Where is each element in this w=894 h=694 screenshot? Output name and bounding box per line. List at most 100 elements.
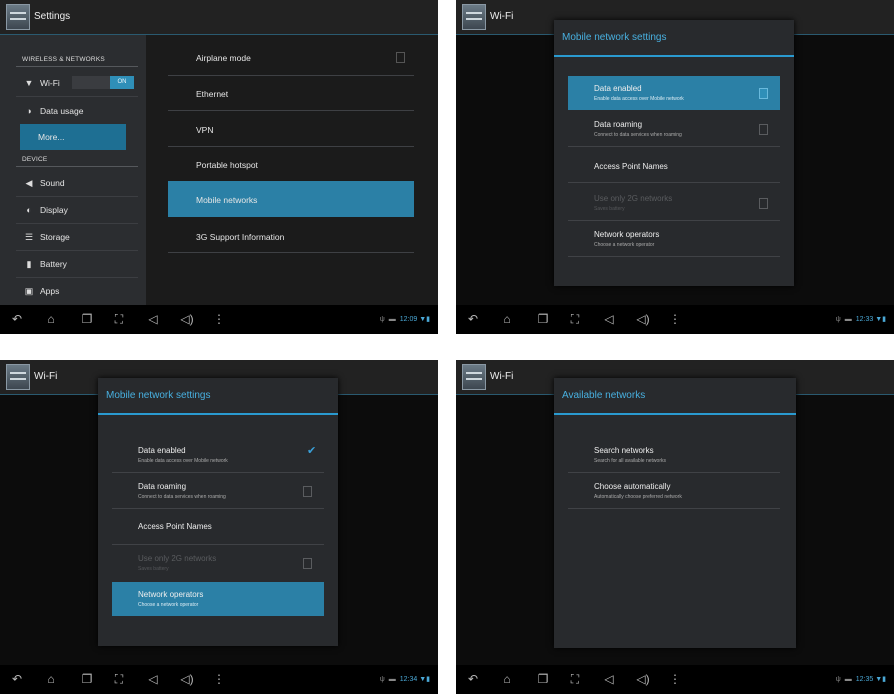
row-subtitle: Enable data access over Mobile network — [138, 458, 228, 464]
sidebar-item-sound[interactable]: ◀ Sound — [16, 170, 140, 196]
volume-up-icon[interactable]: ◁) — [180, 673, 194, 685]
row-subtitle: Connect to data services when roaming — [138, 494, 226, 500]
data-enabled-row[interactable]: Data enabled Enable data access over Mob… — [112, 438, 324, 472]
recent-apps-icon[interactable]: ❐ — [536, 673, 550, 685]
access-point-names-row[interactable]: Access Point Names — [568, 150, 780, 184]
sidebar-item-wifi[interactable]: ▼ Wi-Fi ON — [16, 70, 140, 96]
sidebar-item-more[interactable]: More... — [20, 124, 126, 150]
screenshot-icon[interactable]: ⛶ — [112, 673, 126, 685]
sidebar-item-apps[interactable]: ▣ Apps — [16, 278, 140, 304]
volume-up-icon[interactable]: ◁) — [180, 313, 194, 325]
menu-icon[interactable]: ⋮ — [212, 313, 226, 325]
sidebar-item-storage[interactable]: ☰ Storage — [16, 224, 140, 250]
back-icon[interactable]: ↶ — [10, 673, 24, 685]
volume-down-icon[interactable]: ◁ — [602, 673, 616, 685]
back-icon[interactable]: ↶ — [466, 673, 480, 685]
row-subtitle: Choose a network operator — [138, 602, 199, 608]
home-icon[interactable]: ⌂ — [500, 673, 514, 685]
data-roaming-row[interactable]: Data roaming Connect to data services wh… — [112, 474, 324, 508]
apps-icon: ▣ — [24, 286, 34, 296]
network-operators-row[interactable]: Network operators Choose a network opera… — [568, 222, 780, 256]
menu-icon[interactable]: ⋮ — [668, 313, 682, 325]
row-vpn[interactable]: VPN — [168, 111, 414, 147]
use-only-2g-row[interactable]: Use only 2G networks Saves battery — [112, 546, 324, 580]
volume-down-icon[interactable]: ◁ — [146, 673, 160, 685]
clock: 12:34 — [399, 676, 418, 683]
row-title: Data enabled — [138, 446, 186, 455]
sd-icon: ▬ — [388, 676, 396, 683]
row-title: Network operators — [594, 230, 660, 239]
page-title: Wi-Fi — [490, 11, 514, 22]
dialog-title: Mobile network settings — [562, 32, 667, 43]
row-subtitle: Connect to data services when roaming — [594, 132, 682, 138]
status-area: ψ ▬ 12:33 ▼▮ — [836, 315, 886, 323]
sidebar-item-data-usage[interactable]: ◑ Data usage — [16, 98, 140, 124]
mobile-network-settings-dialog: Mobile network settings Data enabled Ena… — [98, 378, 338, 646]
use-only-2g-checkbox[interactable] — [759, 198, 768, 209]
sidebar-item-battery[interactable]: ▮ Battery — [16, 251, 140, 277]
row-airplane-mode[interactable]: Airplane mode — [168, 39, 414, 75]
row-label: VPN — [196, 125, 214, 135]
recent-apps-icon[interactable]: ❐ — [80, 313, 94, 325]
settings-app-icon[interactable] — [462, 364, 486, 390]
status-area: ψ ▬ 12:34 ▼▮ — [380, 675, 430, 683]
access-point-names-row[interactable]: Access Point Names — [112, 510, 324, 544]
menu-icon[interactable]: ⋮ — [212, 673, 226, 685]
data-enabled-row[interactable]: Data enabled Enable data access over Mob… — [568, 76, 780, 110]
screenshot-icon[interactable]: ⛶ — [568, 313, 582, 325]
use-only-2g-row[interactable]: Use only 2G networks Saves battery — [568, 186, 780, 220]
settings-app-icon[interactable] — [6, 364, 30, 390]
back-icon[interactable]: ↶ — [10, 313, 24, 325]
storage-icon: ☰ — [24, 232, 34, 242]
system-nav-bar: ↶ ⌂ ❐ ⛶ ◁ ◁) ⋮ ψ ▬ 12:33 ▼▮ — [456, 305, 894, 334]
clock: 12:09 — [399, 316, 418, 323]
menu-icon[interactable]: ⋮ — [668, 673, 682, 685]
recent-apps-icon[interactable]: ❐ — [536, 313, 550, 325]
row-portable-hotspot[interactable]: Portable hotspot — [168, 146, 414, 182]
data-roaming-row[interactable]: Data roaming Connect to data services wh… — [568, 112, 780, 146]
sd-icon: ▬ — [844, 316, 852, 323]
row-subtitle: Search for all available networks — [594, 458, 666, 464]
sidebar-item-label: Storage — [40, 232, 70, 242]
data-roaming-checkbox[interactable] — [759, 124, 768, 135]
sidebar-item-label: Battery — [40, 259, 67, 269]
settings-app-icon[interactable] — [6, 4, 30, 30]
data-enabled-checkmark-icon[interactable]: ✔ — [307, 444, 316, 457]
sound-icon: ◀ — [25, 178, 33, 188]
sidebar-item-display[interactable]: ◐ Display — [16, 197, 140, 223]
row-label: Mobile networks — [196, 195, 258, 205]
row-mobile-networks[interactable]: Mobile networks — [168, 181, 414, 217]
volume-up-icon[interactable]: ◁) — [636, 313, 650, 325]
home-icon[interactable]: ⌂ — [500, 313, 514, 325]
row-title: Access Point Names — [594, 162, 668, 171]
usb-icon: ψ — [835, 676, 841, 683]
airplane-mode-checkbox[interactable] — [396, 52, 405, 63]
settings-app-icon[interactable] — [462, 4, 486, 30]
screenshot-icon[interactable]: ⛶ — [568, 673, 582, 685]
use-only-2g-checkbox[interactable] — [303, 558, 312, 569]
usb-icon: ψ — [835, 316, 841, 323]
system-nav-bar: ↶ ⌂ ❐ ⛶ ◁ ◁) ⋮ ψ ▬ 12:34 ▼▮ — [0, 665, 438, 694]
search-networks-row[interactable]: Search networks Search for all available… — [568, 438, 780, 472]
row-subtitle: Choose a network operator — [594, 242, 655, 248]
volume-down-icon[interactable]: ◁ — [602, 313, 616, 325]
row-title: Choose automatically — [594, 482, 671, 491]
recent-apps-icon[interactable]: ❐ — [80, 673, 94, 685]
row-label: Ethernet — [196, 89, 229, 99]
battery-status-icon: ▮ — [426, 676, 430, 683]
data-enabled-checkbox[interactable] — [759, 88, 768, 99]
wifi-toggle[interactable]: ON — [72, 76, 134, 89]
row-3g-support-info[interactable]: 3G Support Information — [168, 218, 414, 254]
volume-down-icon[interactable]: ◁ — [146, 313, 160, 325]
row-ethernet[interactable]: Ethernet — [168, 75, 414, 111]
network-operators-row[interactable]: Network operators Choose a network opera… — [112, 582, 324, 616]
volume-up-icon[interactable]: ◁) — [636, 673, 650, 685]
page-title: Wi-Fi — [34, 371, 58, 382]
data-roaming-checkbox[interactable] — [303, 486, 312, 497]
back-icon[interactable]: ↶ — [466, 313, 480, 325]
choose-automatically-row[interactable]: Choose automatically Automatically choos… — [568, 474, 780, 508]
screenshot-icon[interactable]: ⛶ — [112, 313, 126, 325]
home-icon[interactable]: ⌂ — [44, 313, 58, 325]
clock: 12:35 — [855, 676, 874, 683]
home-icon[interactable]: ⌂ — [44, 673, 58, 685]
